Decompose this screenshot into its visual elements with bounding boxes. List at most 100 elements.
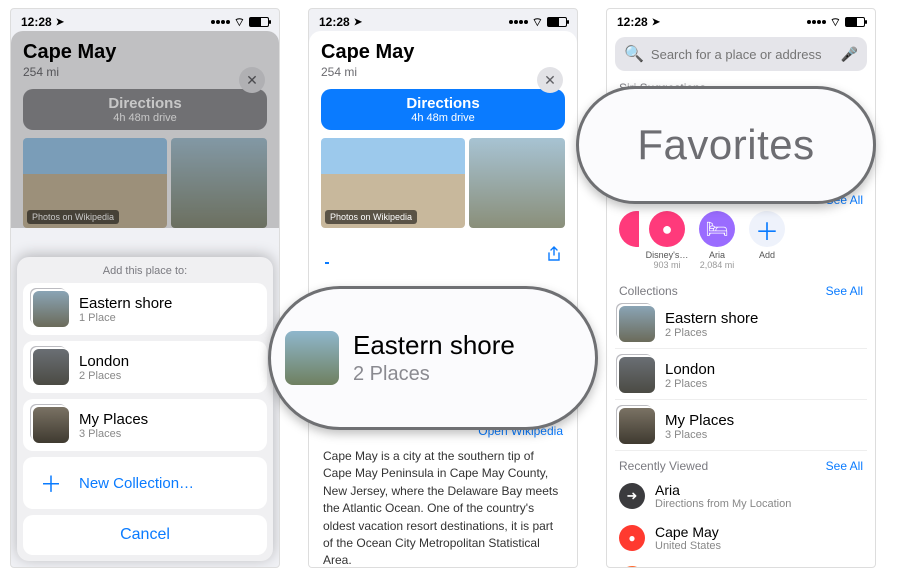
- place-title: Cape May: [321, 41, 565, 64]
- collection-sub: 3 Places: [79, 428, 148, 440]
- photo-strip[interactable]: Photos on Wikipedia: [23, 138, 267, 228]
- signal-icon: [807, 20, 826, 24]
- pin-icon: ●: [619, 566, 645, 568]
- collection-sub: 2 Places: [665, 327, 758, 339]
- photos-source-label: Photos on Wikipedia: [27, 210, 119, 224]
- callout-favorites: Favorites: [576, 86, 876, 204]
- collection-row[interactable]: London2 Places: [23, 341, 267, 393]
- plus-icon: ＋: [749, 211, 785, 247]
- collections-see-all[interactable]: See All: [826, 284, 863, 298]
- status-bar: 12:28 ➤ ⌔: [309, 9, 577, 31]
- collection-sub: 2 Places: [79, 370, 129, 382]
- collection-thumb-icon: [619, 306, 655, 342]
- collection-name: Eastern shore: [79, 295, 172, 312]
- favorite-chip[interactable]: [619, 211, 639, 250]
- wifi-icon: ⌔: [830, 15, 841, 30]
- collections-label: Collections: [619, 284, 678, 298]
- microphone-icon[interactable]: 🎤: [841, 46, 858, 63]
- close-icon[interactable]: ✕: [239, 67, 265, 93]
- directions-label: Directions: [321, 95, 565, 112]
- share-icon[interactable]: [547, 246, 561, 262]
- callout-title: Eastern shore: [353, 330, 515, 361]
- status-time: 12:28: [319, 15, 350, 29]
- close-icon[interactable]: ✕: [537, 67, 563, 93]
- phone-add-to-collection: 12:28 ➤ ⌔ Cape May 254 mi ✕ Directions 4h…: [10, 8, 280, 568]
- new-collection-button[interactable]: ＋ New Collection…: [23, 457, 267, 509]
- location-arrow-icon: ➤: [652, 17, 660, 28]
- collection-row[interactable]: Eastern shore2 Places: [615, 300, 867, 349]
- recent-sub: Directions from My Location: [655, 498, 791, 510]
- cancel-button[interactable]: Cancel: [23, 515, 267, 555]
- directions-sub: 4h 48m drive: [321, 112, 565, 124]
- status-time: 12:28: [21, 15, 52, 29]
- wifi-icon: ⌔: [532, 15, 543, 30]
- callout-eastern-shore: Eastern shore 2 Places: [268, 286, 598, 430]
- favorite-chip[interactable]: 🛏Aria2,084 mi: [695, 211, 739, 270]
- collection-row[interactable]: My Places3 Places: [615, 402, 867, 451]
- search-input[interactable]: [651, 47, 834, 62]
- directions-sub: 4h 48m drive: [23, 112, 267, 124]
- recent-row[interactable]: ➜ AriaDirections from My Location: [607, 475, 875, 517]
- collection-name: London: [665, 361, 715, 378]
- directions-icon: ➜: [619, 483, 645, 509]
- recent-see-all[interactable]: See All: [826, 459, 863, 473]
- signal-icon: [211, 20, 230, 24]
- directions-button[interactable]: Directions 4h 48m drive: [23, 89, 267, 130]
- favorites-row: ●Disney's…903 mi 🛏Aria2,084 mi ＋Add: [607, 209, 875, 278]
- recent-row[interactable]: ●Atlantic City: [607, 559, 875, 568]
- collection-sub: 1 Place: [79, 312, 172, 324]
- photo-strip[interactable]: Photos on Wikipedia: [321, 138, 565, 228]
- place-title: Cape May: [23, 41, 267, 64]
- recently-viewed-label: Recently Viewed: [619, 459, 708, 473]
- collection-name: My Places: [79, 411, 148, 428]
- location-arrow-icon: ➤: [354, 17, 362, 28]
- add-favorite-button[interactable]: ＋Add: [745, 211, 789, 260]
- new-collection-label: New Collection…: [79, 475, 194, 492]
- callout-sub: 2 Places: [353, 363, 515, 386]
- bed-icon: 🛏: [699, 211, 735, 247]
- collection-sub: 2 Places: [665, 378, 715, 390]
- location-arrow-icon: ➤: [56, 17, 64, 28]
- signal-icon: [509, 20, 528, 24]
- recent-name: Aria: [655, 482, 791, 498]
- place-distance: 254 mi: [321, 65, 565, 79]
- collection-row[interactable]: My Places3 Places: [23, 399, 267, 451]
- wikipedia-summary: Cape May is a city at the southern tip o…: [321, 444, 565, 568]
- status-bar: 12:28 ➤ ⌔: [11, 9, 279, 31]
- battery-icon: [845, 17, 865, 27]
- photos-source-label: Photos on Wikipedia: [325, 210, 417, 224]
- battery-icon: [249, 17, 269, 27]
- plus-icon: ＋: [33, 465, 69, 501]
- home-icon: [619, 211, 639, 247]
- collection-row[interactable]: Eastern shore1 Place: [23, 283, 267, 335]
- sheet-header: Add this place to:: [23, 265, 267, 277]
- add-to-sheet: Add this place to: Eastern shore1 Place …: [17, 257, 273, 561]
- recent-name: Cape May: [655, 524, 721, 540]
- status-bar: 12:28 ➤ ⌔: [607, 9, 875, 31]
- recent-row[interactable]: ●Cape MayUnited States: [607, 517, 875, 559]
- collection-thumb-icon: [33, 349, 69, 385]
- wifi-icon: ⌔: [234, 15, 245, 30]
- search-icon: 🔍: [624, 44, 644, 64]
- collection-sub: 3 Places: [665, 429, 734, 441]
- collection-name: Eastern shore: [665, 310, 758, 327]
- collection-thumb-icon: [33, 407, 69, 443]
- collection-row[interactable]: London2 Places: [615, 351, 867, 400]
- info-tab[interactable]: [325, 244, 329, 264]
- collection-thumb-icon: [619, 357, 655, 393]
- collection-name: My Places: [665, 412, 734, 429]
- collection-name: London: [79, 353, 129, 370]
- callout-title: Favorites: [637, 121, 814, 169]
- pin-icon: ●: [649, 211, 685, 247]
- directions-label: Directions: [23, 95, 267, 112]
- status-time: 12:28: [617, 15, 648, 29]
- pin-icon: ●: [619, 525, 645, 551]
- collection-thumb-icon: [619, 408, 655, 444]
- place-distance: 254 mi: [23, 65, 267, 79]
- directions-button[interactable]: Directions 4h 48m drive: [321, 89, 565, 130]
- battery-icon: [547, 17, 567, 27]
- collection-thumb-icon: [33, 291, 69, 327]
- favorite-chip[interactable]: ●Disney's…903 mi: [645, 211, 689, 270]
- collection-thumb-icon: [285, 331, 339, 385]
- search-field[interactable]: 🔍 🎤: [615, 37, 867, 71]
